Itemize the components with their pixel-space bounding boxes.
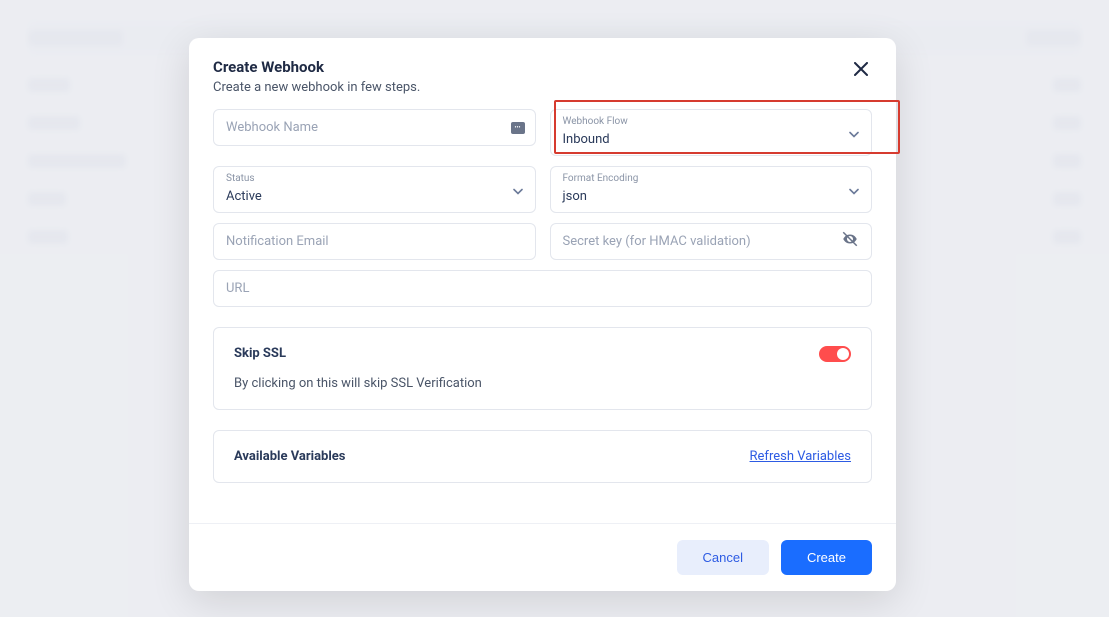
close-icon [854,62,868,76]
toggle-thumb [837,348,849,360]
skip-ssl-toggle[interactable] [819,346,851,362]
refresh-variables-link[interactable]: Refresh Variables [750,449,851,464]
webhook-flow-select[interactable]: Webhook Flow Inbound [550,109,873,156]
notification-email-input[interactable]: Notification Email [213,223,536,260]
modal-header: Create Webhook Create a new webhook in f… [189,38,896,109]
webhook-name-input[interactable]: Webhook Name [213,109,536,146]
visibility-off-icon[interactable] [841,230,859,252]
secret-key-input[interactable]: Secret key (for HMAC validation) [550,223,873,260]
field-label: Status [226,173,523,184]
chevron-down-icon [849,123,859,142]
create-webhook-modal: Create Webhook Create a new webhook in f… [189,38,896,591]
available-variables-card: Available Variables Refresh Variables [213,430,872,483]
skip-ssl-card: Skip SSL By clicking on this will skip S… [213,327,872,410]
field-label: Webhook Flow [563,116,860,127]
input-placeholder: URL [226,281,249,296]
create-button[interactable]: Create [781,540,872,575]
skip-ssl-title: Skip SSL [234,346,286,361]
more-icon[interactable] [511,122,525,134]
chevron-down-icon [513,180,523,199]
status-select[interactable]: Status Active [213,166,536,213]
chevron-down-icon [849,180,859,199]
modal-footer: Cancel Create [189,523,896,591]
modal-title: Create Webhook [213,58,420,76]
format-encoding-select[interactable]: Format Encoding json [550,166,873,213]
cancel-button[interactable]: Cancel [677,540,769,575]
input-placeholder: Secret key (for HMAC validation) [563,234,751,249]
modal-body: Webhook Name Webhook Flow Inbound Status [189,109,896,503]
field-value: json [563,189,587,204]
url-input[interactable]: URL [213,270,872,307]
available-variables-title: Available Variables [234,449,345,464]
field-label: Format Encoding [563,173,860,184]
field-value: Inbound [563,132,610,147]
input-placeholder: Notification Email [226,234,329,249]
input-placeholder: Webhook Name [226,120,318,135]
skip-ssl-description: By clicking on this will skip SSL Verifi… [234,376,851,391]
close-button[interactable] [850,58,872,83]
modal-subtitle: Create a new webhook in few steps. [213,80,420,95]
field-value: Active [226,189,262,204]
